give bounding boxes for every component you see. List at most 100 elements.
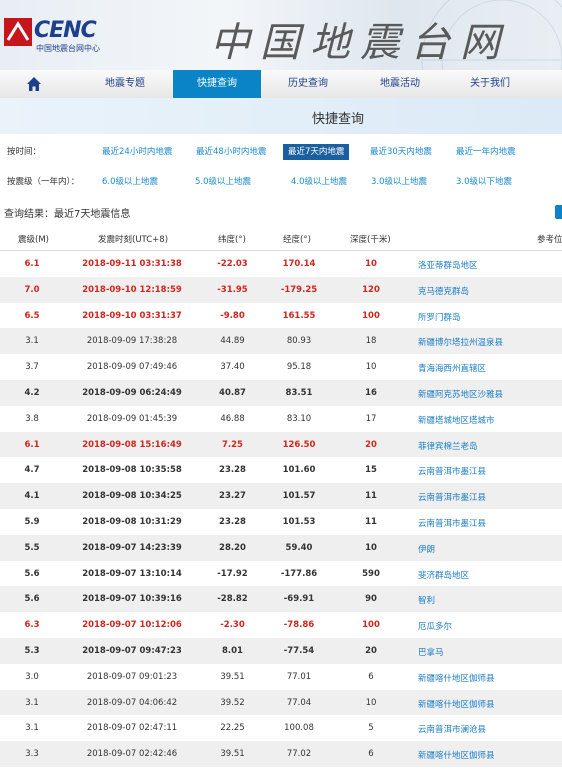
th-latitude[interactable]: 纬度(°)	[218, 233, 246, 245]
latitude-cell: 39.51	[220, 671, 245, 682]
table-row[interactable]: 3.1 2018-09-07 02:47:11 22.25 100.08 5 云南普洱市澜…	[0, 715, 562, 741]
nav-topic[interactable]: 地震专题	[84, 70, 166, 98]
th-time[interactable]: 发震时刻(UTC+8)	[98, 233, 168, 245]
location-link[interactable]: 伊朗	[418, 543, 435, 555]
location-link[interactable]: 云南普洱市墨江县	[418, 491, 486, 503]
table-row[interactable]: 7.0 2018-09-10 12:18:59 -31.95 -179.25 120 克马…	[0, 276, 562, 303]
cenc-logo[interactable]: CENC 中国地震台网中心	[4, 16, 124, 56]
location-link[interactable]: 克马德克群岛	[418, 285, 469, 297]
nav-history-query[interactable]: 历史查询	[266, 70, 350, 98]
table-row[interactable]: 6.5 2018-09-10 03:31:37 -9.80 161.55 100 所罗门群…	[0, 303, 562, 329]
time-cell: 2018-09-08 10:34:25	[82, 491, 182, 502]
location-link[interactable]: 斐济群岛地区	[418, 569, 469, 581]
filter-m6[interactable]: 6.0级以上地震	[102, 168, 158, 196]
magnitude-cell: 5.9	[24, 516, 40, 527]
filter-m3-below[interactable]: 3.0级以下地震	[456, 168, 512, 196]
time-cell: 2018-09-08 10:31:29	[82, 516, 182, 527]
latitude-cell: 8.01	[222, 645, 243, 656]
table-row[interactable]: 3.8 2018-09-09 01:45:39 46.88 83.10 17 新疆塔城地区…	[0, 406, 562, 432]
table-row[interactable]: 5.6 2018-09-07 10:39:16 -28.82 -69.91 90 智利	[0, 586, 562, 613]
table-row[interactable]: 3.1 2018-09-07 04:06:42 39.52 77.04 10 新疆喀什地区…	[0, 689, 562, 716]
earthquake-table-body: 6.1 2018-09-11 03:31:38 -22.03 170.14 10 洛亚蒂群…	[0, 251, 562, 767]
location-link[interactable]: 所罗门群岛	[418, 311, 461, 323]
depth-cell: 10	[365, 362, 377, 373]
export-button[interactable]	[555, 205, 562, 219]
location-link[interactable]: 洛亚蒂群岛地区	[418, 259, 478, 271]
table-row[interactable]: 3.0 2018-09-07 09:01:23 39.51 77.01 6 新疆喀什地区伽…	[0, 664, 562, 690]
table-row[interactable]: 5.6 2018-09-07 13:10:14 -17.92 -177.86 590 斐济…	[0, 561, 562, 587]
table-row[interactable]: 4.2 2018-09-09 06:24:49 40.87 83.51 16 新疆阿克苏地…	[0, 379, 562, 406]
magnitude-filter-label: 按震级（一年内）：	[7, 177, 80, 187]
filter-m5[interactable]: 5.0级以上地震	[195, 168, 251, 196]
filter-7d[interactable]: 最近7天内地震	[283, 144, 350, 160]
location-link[interactable]: 新疆博尔塔拉州温泉县	[418, 336, 503, 348]
longitude-cell: 77.01	[286, 671, 312, 682]
time-cell: 2018-09-07 09:47:23	[82, 645, 182, 656]
table-row[interactable]: 6.1 2018-09-11 03:31:38 -22.03 170.14 10 洛亚蒂群…	[0, 251, 562, 277]
th-depth[interactable]: 深度(千米)	[350, 233, 391, 245]
magnitude-cell: 5.6	[24, 568, 40, 579]
nav-activity[interactable]: 地震活动	[358, 70, 442, 98]
table-row[interactable]: 6.1 2018-09-08 15:16:49 7.25 126.50 20 菲律宾棉兰老…	[0, 431, 562, 458]
location-link[interactable]: 云南普洱市墨江县	[418, 517, 486, 529]
filter-m3-above[interactable]: 3.0级以上地震	[371, 168, 427, 196]
filter-48h[interactable]: 最近48小时内地震	[196, 138, 266, 166]
latitude-cell: 39.51	[220, 749, 245, 760]
location-link[interactable]: 巴拿马	[418, 646, 444, 658]
table-row[interactable]: 6.3 2018-09-07 10:12:06 -2.30 -78.86 100 厄瓜多尔	[0, 612, 562, 638]
location-link[interactable]: 智利	[418, 594, 435, 606]
table-row[interactable]: 5.3 2018-09-07 09:47:23 8.01 -77.54 20 巴拿马	[0, 637, 562, 664]
table-row[interactable]: 4.7 2018-09-08 10:35:58 23.28 101.60 15 云南普洱市…	[0, 457, 562, 483]
magnitude-cell: 3.1	[25, 336, 39, 347]
location-link[interactable]: 新疆喀什地区伽师县	[418, 749, 495, 761]
magnitude-cell: 4.1	[24, 491, 40, 502]
location-link[interactable]: 青海海西州直辖区	[418, 362, 486, 374]
table-row[interactable]: 5.9 2018-09-08 10:31:29 23.28 101.53 11 云南普洱市…	[0, 509, 562, 535]
latitude-cell: 39.52	[220, 697, 245, 708]
location-link[interactable]: 新疆阿克苏地区沙雅县	[418, 388, 503, 400]
filter-30d[interactable]: 最近30天内地震	[370, 138, 432, 166]
magnitude-cell: 6.1	[24, 439, 40, 450]
table-row[interactable]: 3.3 2018-09-07 02:42:46 39.51 77.02 6 新疆喀什地区伽…	[0, 741, 562, 767]
depth-cell: 5	[368, 723, 374, 734]
depth-cell: 10	[365, 259, 377, 269]
location-link[interactable]: 云南普洱市澜沧县	[418, 723, 486, 735]
home-icon[interactable]	[26, 76, 42, 92]
time-cell: 2018-09-08 10:35:58	[82, 465, 182, 476]
depth-cell: 18	[365, 336, 377, 347]
time-cell: 2018-09-11 03:31:38	[82, 259, 182, 269]
time-cell: 2018-09-07 13:10:14	[82, 568, 182, 579]
magnitude-cell: 3.1	[25, 723, 39, 734]
logo-subtitle: 中国地震台网中心	[36, 44, 100, 53]
table-header: 震级(M) 发震时刻(UTC+8) 纬度(°) 经度(°) 深度(千米) 参考位	[0, 228, 562, 251]
latitude-cell: 23.27	[219, 491, 246, 502]
table-row[interactable]: 3.1 2018-09-09 17:38:28 44.89 80.93 18 新疆博尔塔拉…	[0, 328, 562, 355]
longitude-cell: 77.02	[286, 749, 312, 760]
location-link[interactable]: 新疆喀什地区伽师县	[418, 672, 495, 684]
nav-about[interactable]: 关于我们	[448, 70, 532, 98]
magnitude-cell: 4.7	[24, 465, 40, 476]
location-link[interactable]: 新疆喀什地区伽师县	[418, 698, 495, 710]
site-header: CENC 中国地震台网中心 中国地震台网	[0, 0, 562, 70]
depth-cell: 120	[362, 284, 380, 295]
filter-1y[interactable]: 最近一年内地震	[456, 138, 516, 166]
latitude-cell: 22.25	[220, 723, 245, 734]
table-row[interactable]: 4.1 2018-09-08 10:34:25 23.27 101.57 11 云南普洱市…	[0, 483, 562, 509]
location-link[interactable]: 新疆塔城地区塔城市	[418, 414, 495, 426]
nav-quick-query[interactable]: 快捷查询	[173, 70, 261, 98]
table-row[interactable]: 5.5 2018-09-07 14:23:39 28.20 59.40 10 伊朗	[0, 534, 562, 561]
time-cell: 2018-09-08 15:16:49	[82, 439, 182, 450]
th-location[interactable]: 参考位	[537, 233, 562, 245]
filter-24h[interactable]: 最近24小时内地震	[102, 138, 172, 166]
depth-cell: 6	[368, 749, 374, 760]
filter-m4[interactable]: 4.0级以上地震	[291, 168, 347, 196]
longitude-cell: -69.91	[283, 594, 315, 605]
th-longitude[interactable]: 经度(°)	[283, 233, 311, 245]
location-link[interactable]: 菲律宾棉兰老岛	[418, 440, 478, 452]
table-row[interactable]: 3.7 2018-09-09 07:49:46 37.40 95.18 10 青海海西州直…	[0, 354, 562, 380]
location-link[interactable]: 云南普洱市墨江县	[418, 465, 486, 477]
latitude-cell: 46.88	[220, 413, 245, 424]
magnitude-cell: 5.3	[24, 645, 40, 656]
location-link[interactable]: 厄瓜多尔	[418, 620, 452, 632]
th-magnitude[interactable]: 震级(M)	[18, 233, 49, 245]
